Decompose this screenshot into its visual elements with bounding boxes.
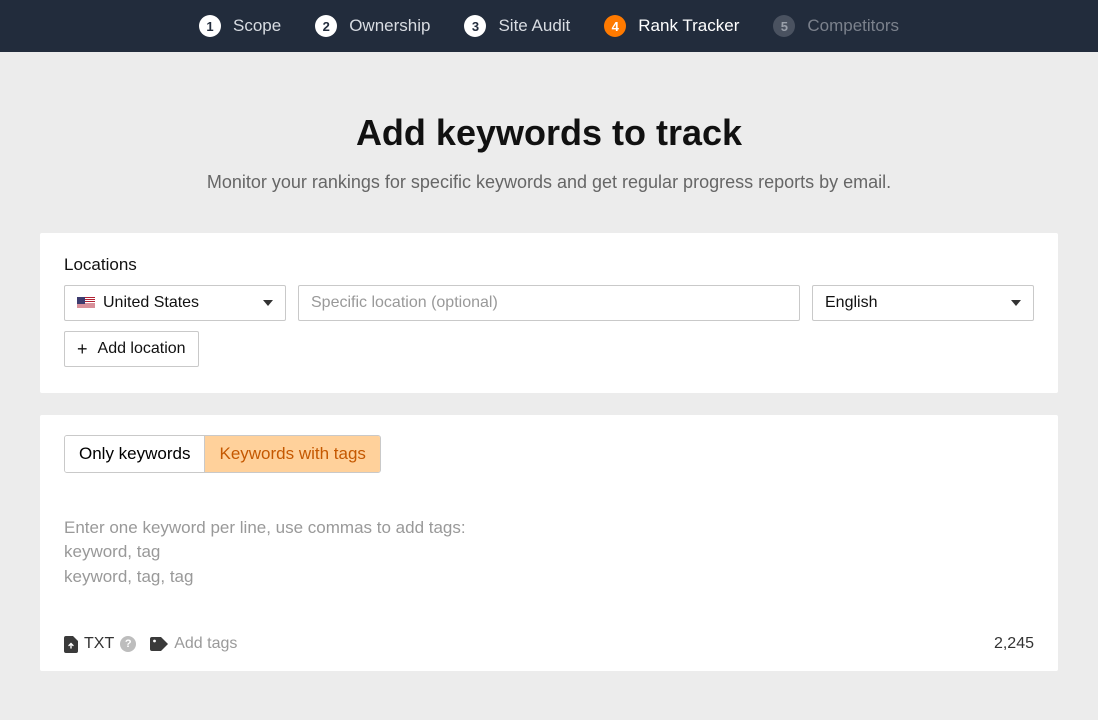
step-number: 5 xyxy=(773,15,795,37)
chevron-down-icon xyxy=(263,300,273,306)
country-select[interactable]: United States xyxy=(64,285,286,321)
upload-txt-button[interactable]: TXT ? xyxy=(64,635,136,653)
specific-location-input[interactable]: Specific location (optional) xyxy=(298,285,800,321)
tag-icon xyxy=(150,637,168,651)
file-upload-icon xyxy=(64,636,78,653)
locations-label: Locations xyxy=(64,255,1034,275)
step-label: Scope xyxy=(233,16,281,36)
locations-row: United States Specific location (optiona… xyxy=(64,285,1034,321)
wizard-stepper: 1 Scope 2 Ownership 3 Site Audit 4 Rank … xyxy=(0,0,1098,52)
tab-keywords-with-tags[interactable]: Keywords with tags xyxy=(204,436,379,472)
language-value: English xyxy=(825,294,877,312)
add-tags-button[interactable]: Add tags xyxy=(150,635,237,653)
step-number: 3 xyxy=(464,15,486,37)
keywords-placeholder: Enter one keyword per line, use commas t… xyxy=(64,518,466,586)
step-number: 4 xyxy=(604,15,626,37)
plus-icon: + xyxy=(77,340,88,358)
country-value: United States xyxy=(103,294,199,312)
add-location-button[interactable]: + Add location xyxy=(64,331,199,367)
tab-only-keywords[interactable]: Only keywords xyxy=(65,436,204,472)
step-site-audit[interactable]: 3 Site Audit xyxy=(464,15,570,37)
step-rank-tracker[interactable]: 4 Rank Tracker xyxy=(604,15,739,37)
step-number: 2 xyxy=(315,15,337,37)
step-ownership[interactable]: 2 Ownership xyxy=(315,15,430,37)
upload-txt-label: TXT xyxy=(84,635,114,653)
keywords-textarea[interactable]: Enter one keyword per line, use commas t… xyxy=(64,491,1034,611)
keywords-remaining-count: 2,245 xyxy=(994,635,1034,653)
specific-location-placeholder: Specific location (optional) xyxy=(311,294,498,312)
keywords-footer: TXT ? Add tags 2,245 xyxy=(64,635,1034,653)
page-title: Add keywords to track xyxy=(40,112,1058,154)
step-label: Competitors xyxy=(807,16,899,36)
us-flag-icon xyxy=(77,297,95,309)
step-label: Site Audit xyxy=(498,16,570,36)
add-tags-label: Add tags xyxy=(174,635,237,653)
help-icon[interactable]: ? xyxy=(120,636,136,652)
step-competitors: 5 Competitors xyxy=(773,15,899,37)
add-location-label: Add location xyxy=(98,340,186,358)
step-label: Ownership xyxy=(349,16,430,36)
footer-left: TXT ? Add tags xyxy=(64,635,237,653)
keywords-mode-toggle: Only keywords Keywords with tags xyxy=(64,435,381,473)
step-number: 1 xyxy=(199,15,221,37)
step-label: Rank Tracker xyxy=(638,16,739,36)
keywords-card: Only keywords Keywords with tags Enter o… xyxy=(40,415,1058,671)
step-scope[interactable]: 1 Scope xyxy=(199,15,281,37)
main-content: Add keywords to track Monitor your ranki… xyxy=(0,52,1098,671)
chevron-down-icon xyxy=(1011,300,1021,306)
locations-card: Locations United States Specific locatio… xyxy=(40,233,1058,393)
page-subtitle: Monitor your rankings for specific keywo… xyxy=(40,172,1058,193)
language-select[interactable]: English xyxy=(812,285,1034,321)
